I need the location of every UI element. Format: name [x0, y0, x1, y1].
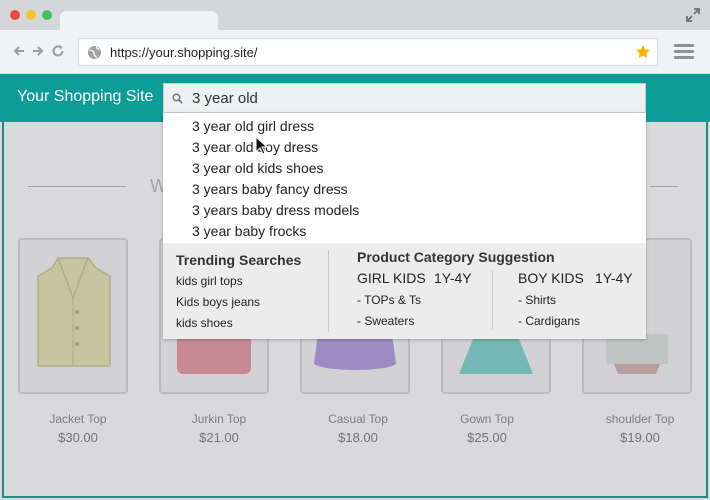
category-boy-kids-age: 1Y-4Y: [595, 270, 633, 286]
panel-divider: [328, 250, 329, 332]
globe-icon: [87, 45, 102, 60]
category-boy-kids[interactable]: BOY KIDS: [518, 270, 584, 286]
trending-item[interactable]: kids girl tops: [176, 274, 243, 288]
close-window-icon[interactable]: [10, 10, 20, 20]
site-title[interactable]: Your Shopping Site: [17, 88, 153, 106]
mouse-cursor-icon: [255, 136, 269, 155]
suggestion-item[interactable]: 3 year old kids shoes: [192, 160, 324, 176]
category-divider: [492, 271, 493, 329]
trending-searches-title: Trending Searches: [176, 252, 302, 268]
category-item[interactable]: - Shirts: [518, 293, 556, 307]
browser-menu-icon[interactable]: [674, 43, 694, 60]
browser-tab[interactable]: [60, 11, 218, 31]
forward-arrow-icon[interactable]: [31, 44, 45, 58]
category-girl-kids-age: 1Y-4Y: [434, 270, 472, 286]
fullscreen-icon[interactable]: [686, 8, 700, 22]
search-suggestions-dropdown: 3 year old girl dress 3 year old boy dre…: [163, 113, 646, 339]
suggestion-item[interactable]: 3 year old girl dress: [192, 118, 314, 134]
category-item[interactable]: - Cardigans: [518, 314, 580, 328]
trending-item[interactable]: kids shoes: [176, 316, 233, 330]
search-value: 3 year old: [192, 90, 258, 107]
address-bar[interactable]: https://your.shopping.site/: [78, 38, 658, 66]
url-text: https://your.shopping.site/: [110, 45, 258, 60]
category-item[interactable]: - TOPs & Ts: [357, 293, 421, 307]
suggestion-item[interactable]: 3 years baby dress models: [192, 202, 359, 218]
trending-item[interactable]: Kids boys jeans: [176, 295, 260, 309]
browser-titlebar: [0, 0, 710, 31]
search-input[interactable]: 3 year old: [163, 83, 646, 113]
search-icon: [172, 93, 183, 104]
category-item[interactable]: - Sweaters: [357, 314, 414, 328]
browser-toolbar: https://your.shopping.site/: [0, 30, 710, 74]
minimize-window-icon[interactable]: [26, 10, 36, 20]
suggestion-panel: Trending Searches kids girl tops Kids bo…: [163, 243, 646, 339]
category-suggestion-title: Product Category Suggestion: [357, 249, 555, 265]
suggestion-item[interactable]: 3 year baby frocks: [192, 223, 306, 239]
bookmark-star-icon[interactable]: [635, 44, 651, 60]
suggestion-item[interactable]: 3 years baby fancy dress: [192, 181, 348, 197]
maximize-window-icon[interactable]: [42, 10, 52, 20]
category-girl-kids[interactable]: GIRL KIDS: [357, 270, 426, 286]
reload-icon[interactable]: [51, 44, 65, 58]
back-arrow-icon[interactable]: [12, 44, 26, 58]
